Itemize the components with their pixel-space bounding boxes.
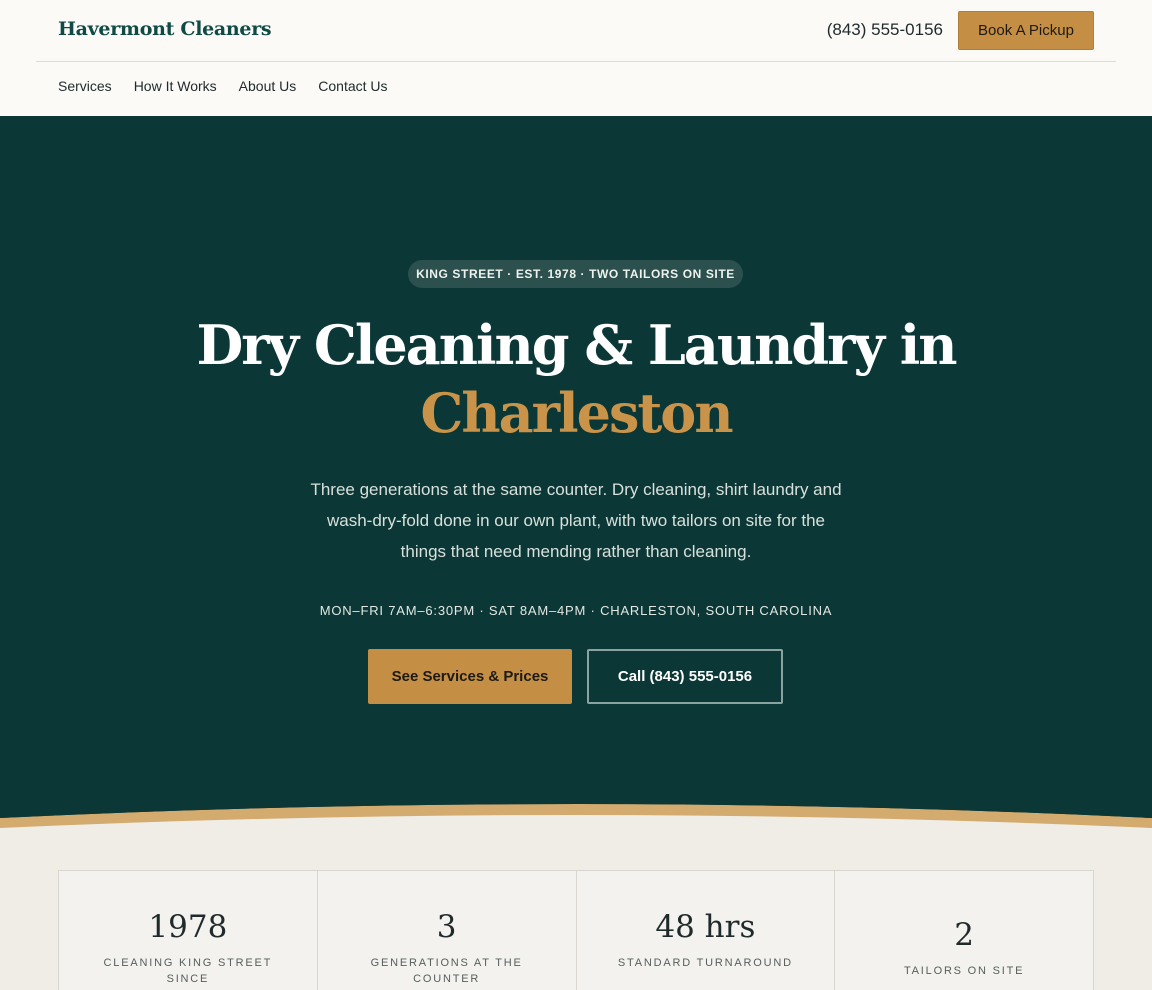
call-button[interactable]: Call (843) 555-0156 bbox=[587, 649, 783, 704]
header-phone-link[interactable]: (843) 555-0156 bbox=[827, 20, 943, 40]
stat-item: 2 TAILORS ON SITE bbox=[835, 871, 1093, 990]
stat-value: 48 hrs bbox=[655, 909, 756, 945]
stat-label: STANDARD TURNAROUND bbox=[617, 957, 793, 969]
nav-item-contact-us[interactable]: Contact Us bbox=[318, 78, 387, 94]
stat-value: 2 bbox=[954, 917, 974, 953]
stat-value: 1978 bbox=[148, 909, 228, 945]
hero-badge: KING STREET · EST. 1978 · TWO TAILORS ON… bbox=[408, 260, 743, 288]
stat-item: 3 GENERATIONS AT THE COUNTER bbox=[318, 871, 577, 990]
header-divider bbox=[36, 61, 1116, 62]
nav-item-how-it-works[interactable]: How It Works bbox=[134, 78, 217, 94]
nav-item-services[interactable]: Services bbox=[58, 78, 112, 94]
nav-item-about-us[interactable]: About Us bbox=[239, 78, 297, 94]
book-pickup-button[interactable]: Book A Pickup bbox=[958, 11, 1094, 50]
main-nav: Services How It Works About Us Contact U… bbox=[58, 78, 388, 94]
hero-section: KING STREET · EST. 1978 · TWO TAILORS ON… bbox=[0, 116, 1152, 828]
stat-label: GENERATIONS AT THE COUNTER bbox=[370, 957, 523, 985]
logo[interactable]: Havermont Cleaners bbox=[58, 18, 272, 40]
stat-label: TAILORS ON SITE bbox=[903, 965, 1025, 977]
stat-item: 1978 CLEANING KING STREET SINCE bbox=[59, 871, 318, 990]
hero-title: Dry Cleaning & Laundry in Charleston bbox=[0, 311, 1152, 447]
stat-value: 3 bbox=[436, 909, 457, 945]
stats-strip: 1978 CLEANING KING STREET SINCE 3 GENERA… bbox=[58, 870, 1094, 990]
stat-item: 48 hrs STANDARD TURNAROUND bbox=[577, 871, 836, 990]
see-services-button[interactable]: See Services & Prices bbox=[368, 649, 572, 704]
site-header: Havermont Cleaners (843) 555-0156 Book A… bbox=[0, 0, 1152, 116]
hero-hours: MON–FRI 7AM–6:30PM · SAT 8AM–4PM · CHARL… bbox=[319, 603, 833, 618]
stat-label: CLEANING KING STREET SINCE bbox=[103, 957, 273, 985]
hero-title-line1: Dry Cleaning & Laundry in bbox=[196, 313, 957, 377]
hero-title-accent: Charleston bbox=[420, 381, 733, 445]
hero-wave-divider bbox=[0, 790, 1152, 840]
hero-lead: Three generations at the same counter. D… bbox=[310, 480, 842, 561]
